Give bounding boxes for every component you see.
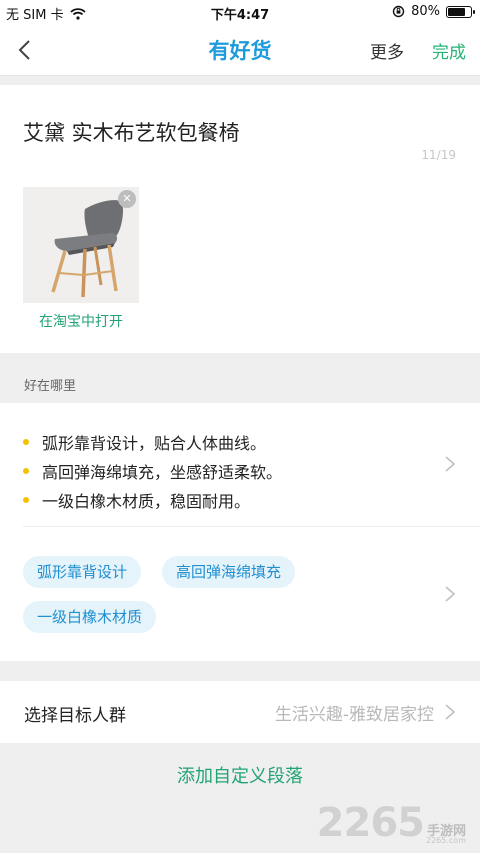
divider — [23, 526, 480, 527]
highlights-card[interactable]: 弧形靠背设计，贴合人体曲线。 高回弹海绵填充，坐感舒适柔软。 一级白橡木材质，稳… — [0, 403, 480, 661]
watermark-url: 2265.com — [426, 836, 466, 845]
chevron-right-icon — [445, 704, 456, 720]
chevron-right-icon[interactable] — [444, 585, 456, 603]
battery-percent: 80% — [411, 4, 440, 19]
battery-icon — [446, 5, 475, 18]
highlight-point-text: 一级白橡木材质，稳固耐用。 — [42, 491, 251, 511]
app-logo-title: 有好货 — [208, 39, 272, 63]
highlight-point: 弧形靠背设计，贴合人体曲线。 — [23, 427, 282, 456]
site-watermark: 2265 手游网 2265.com — [316, 800, 466, 846]
highlight-tag[interactable]: 弧形靠背设计 — [23, 556, 142, 588]
highlight-point: 高回弹海绵填充，坐感舒适柔软。 — [23, 456, 282, 485]
highlight-point-text: 弧形靠背设计，贴合人体曲线。 — [42, 433, 267, 453]
status-right: 80% — [392, 4, 475, 19]
highlight-tag[interactable]: 一级白橡木材质 — [23, 601, 157, 633]
battery-fill — [448, 7, 465, 16]
highlight-point: 一级白橡木材质，稳固耐用。 — [23, 485, 282, 514]
highlight-tag[interactable]: 高回弹海绵填充 — [162, 556, 296, 588]
audience-value: 生活兴趣-雅致居家控 — [274, 705, 434, 725]
bullet-dot — [23, 438, 29, 445]
add-custom-section-button[interactable]: 添加自定义段落 — [0, 762, 480, 788]
product-card: 艾黛 实木布艺软包餐椅 11/19 ✕ 在淘宝中打开 — [0, 85, 480, 353]
bullet-dot — [23, 467, 29, 474]
highlight-point-text: 高回弹海绵填充，坐感舒适柔软。 — [42, 462, 283, 482]
open-in-taobao-link[interactable]: 在淘宝中打开 — [23, 311, 139, 331]
target-audience-row[interactable]: 选择目标人群 生活兴趣-雅致居家控 — [0, 681, 480, 743]
remove-image-button[interactable]: ✕ — [118, 190, 136, 208]
chevron-right-icon[interactable] — [444, 455, 456, 473]
more-button[interactable]: 更多 — [370, 38, 404, 63]
nav-bar: 有好货 更多 完成 — [0, 24, 480, 76]
done-button[interactable]: 完成 — [432, 38, 466, 63]
watermark-number: 2265 — [316, 800, 425, 846]
section-label-highlights: 好在哪里 — [24, 379, 77, 394]
highlight-points[interactable]: 弧形靠背设计，贴合人体曲线。 高回弹海绵填充，坐感舒适柔软。 一级白橡木材质，稳… — [23, 427, 282, 514]
title-char-count: 11/19 — [421, 148, 456, 162]
status-bar: 无 SIM 卡 下午4:47 80% — [0, 0, 480, 24]
audience-label: 选择目标人群 — [24, 706, 126, 726]
product-title-input[interactable]: 艾黛 实木布艺软包餐椅 — [23, 117, 240, 147]
orientation-lock-icon — [392, 5, 405, 18]
bullet-dot — [23, 496, 29, 503]
